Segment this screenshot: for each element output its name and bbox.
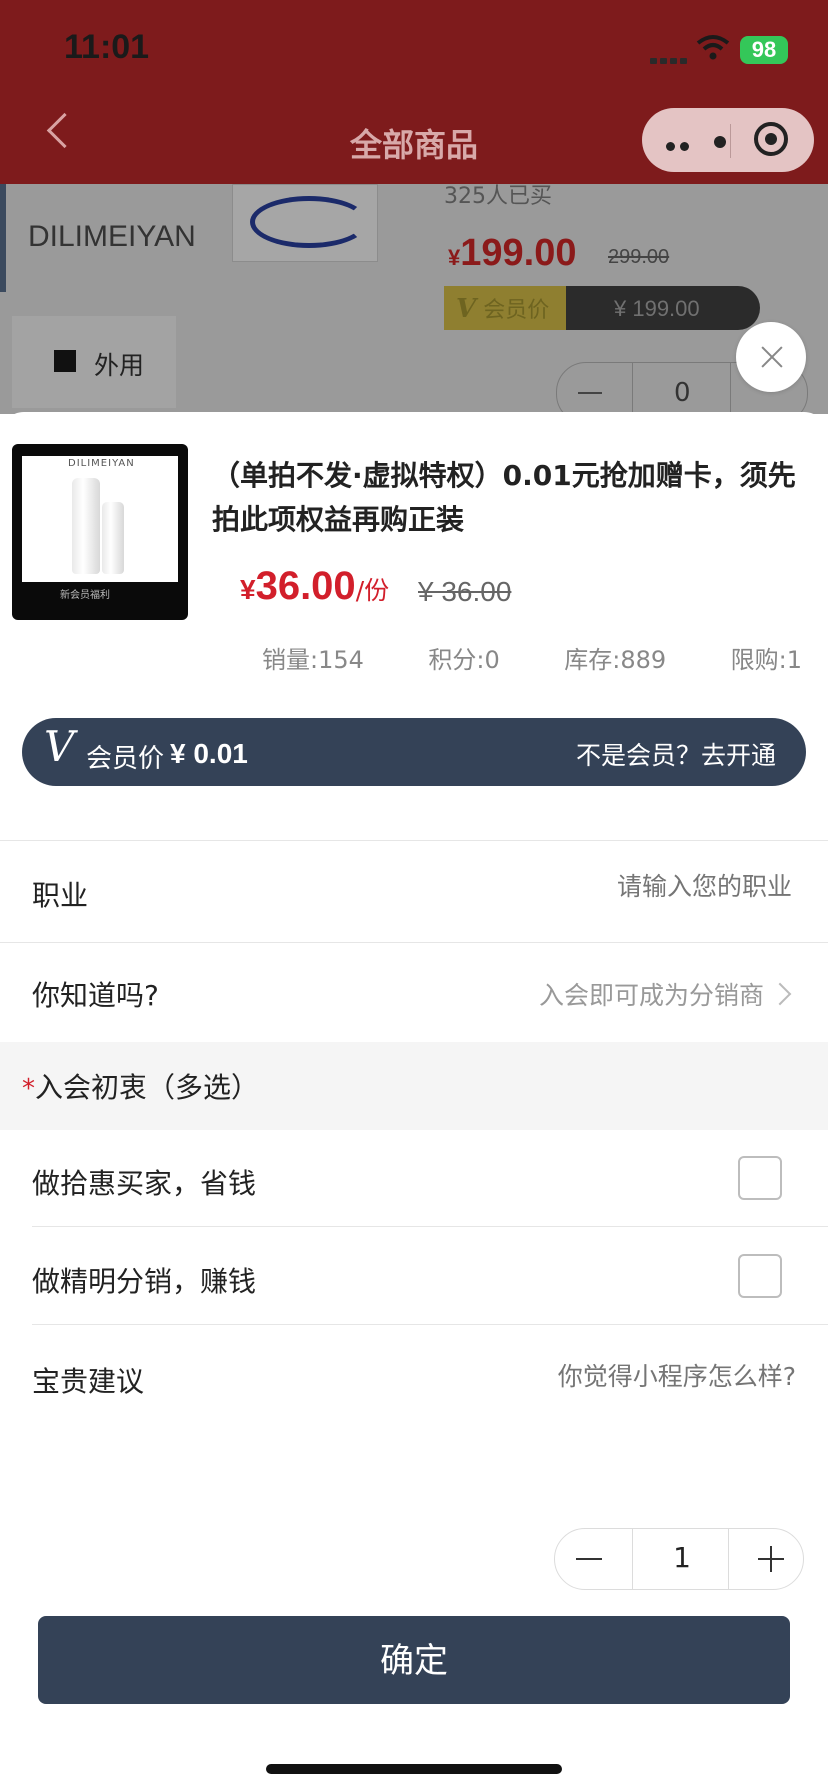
- divider: [32, 1324, 828, 1325]
- close-icon[interactable]: [736, 322, 806, 392]
- quantity-value[interactable]: 1: [634, 1541, 730, 1574]
- bg-category-brand: DILIMEIYAN: [28, 220, 196, 253]
- divider: [32, 1226, 828, 1227]
- product-image-brand: DILIMEIYAN: [68, 458, 135, 469]
- bg-fish-logo-icon: [250, 196, 368, 248]
- suggestion-label: 宝贵建议: [32, 1365, 145, 1398]
- more-menu-icon[interactable]: [666, 136, 694, 155]
- did-you-know-label: 你知道吗?: [32, 979, 159, 1012]
- divider: [0, 840, 828, 841]
- status-time: 11:01: [64, 28, 150, 66]
- original-price: ¥ 36.00: [418, 576, 512, 607]
- bottle-icon: [102, 502, 124, 574]
- minus-icon: [576, 1558, 602, 1560]
- bg-tag-checkbox-icon: [54, 350, 76, 372]
- close-miniprogram-icon[interactable]: [754, 122, 788, 156]
- product-image-panel: [22, 456, 178, 582]
- stepper-divider: [632, 1528, 633, 1590]
- vip-v-icon: V: [44, 722, 75, 771]
- option-checkbox-save[interactable]: [738, 1156, 782, 1200]
- occupation-input[interactable]: [480, 872, 792, 901]
- bottle-icon: [72, 478, 100, 574]
- option-label-save: 做拾惠买家，省钱: [32, 1167, 257, 1200]
- become-member-link[interactable]: 不是会员？去开通: [576, 736, 776, 772]
- bg-price: ¥199.00: [448, 232, 577, 274]
- bg-vip-price: ¥ 199.00: [614, 296, 700, 321]
- purchase-limit: 限购:1: [730, 646, 802, 674]
- bg-stepper-divider: [632, 362, 633, 414]
- vip-price-value: ¥ 0.01: [170, 738, 248, 769]
- product-stats: 销量:154 积分:0 库存:889 限购:1: [262, 640, 802, 675]
- stock-count: 库存:889: [564, 646, 667, 674]
- home-indicator: [266, 1764, 562, 1774]
- product-price: ¥36.00/份: [240, 564, 390, 608]
- did-you-know-value[interactable]: 入会即可成为分销商: [460, 976, 764, 1012]
- option-checkbox-earn[interactable]: [738, 1254, 782, 1298]
- cellular-signal-icon: [650, 45, 692, 64]
- bg-minus-icon: [578, 392, 602, 394]
- bg-tag-label: 外用: [94, 351, 145, 380]
- points: 积分:0: [428, 646, 500, 674]
- capsule-divider: [730, 124, 731, 158]
- required-mark: *: [22, 1074, 35, 1104]
- suggestion-input[interactable]: [480, 1362, 796, 1391]
- product-image-caption: 新会员福利: [60, 590, 110, 601]
- intent-section-title: *入会初衷（多选）: [22, 1071, 260, 1104]
- option-label-earn: 做精明分销，赚钱: [32, 1265, 257, 1298]
- bg-sold-count: 325人已买: [444, 184, 552, 209]
- vip-price-label: 会员价: [86, 744, 165, 774]
- occupation-label: 职业: [32, 879, 89, 912]
- wifi-icon: [696, 35, 730, 60]
- bg-quantity-value: 0: [674, 378, 691, 408]
- confirm-button[interactable]: 确定: [38, 1616, 790, 1704]
- sales-count: 销量:154: [262, 646, 364, 674]
- bg-stepper-divider: [730, 362, 731, 414]
- battery-icon: 98: [740, 36, 788, 64]
- bg-original-price: 299.00: [608, 246, 670, 268]
- divider: [0, 942, 828, 943]
- category-active-indicator: [0, 184, 6, 292]
- bg-vip-label: V 会员价: [456, 294, 550, 324]
- plus-icon: [770, 1546, 772, 1572]
- more-menu-dot: [714, 136, 726, 148]
- product-title: （单拍不发·虚拟特权）0.01元抢加赠卡，须先拍此项权益再购正装: [212, 459, 796, 536]
